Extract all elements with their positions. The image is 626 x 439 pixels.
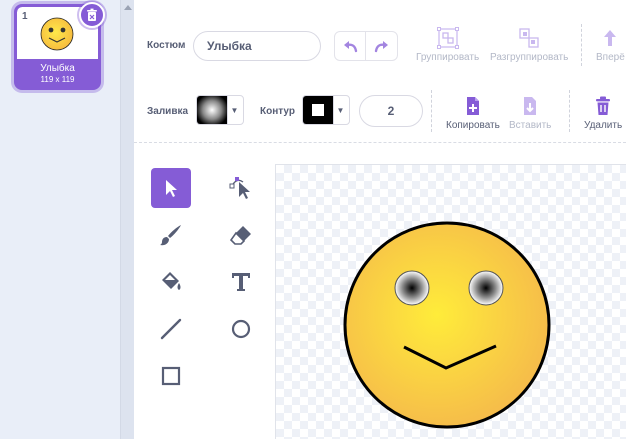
- arrow-cursor-icon: [166, 180, 177, 197]
- scroll-up-arrow-icon[interactable]: [124, 5, 132, 10]
- toolbar-divider: [431, 90, 432, 132]
- outline-color-picker[interactable]: ▼: [302, 95, 350, 125]
- outline-label: Контур: [260, 106, 295, 117]
- fill-color-swatch: [197, 96, 227, 124]
- trash-icon: [87, 8, 97, 21]
- costume-list-scrollbar[interactable]: [120, 0, 134, 439]
- outline-width-input[interactable]: 2: [359, 95, 423, 127]
- circle-icon: [231, 319, 251, 339]
- text-t-icon: [232, 273, 250, 291]
- delete-label: Удалить: [584, 120, 623, 131]
- redo-icon: [374, 41, 388, 53]
- forward-label: Вперё: [596, 52, 625, 63]
- undo-icon: [344, 41, 358, 53]
- brush-tool-button[interactable]: [151, 215, 191, 255]
- circle-tool-button[interactable]: [221, 309, 261, 349]
- text-tool-button[interactable]: [221, 262, 261, 302]
- group-button[interactable]: Группировать: [416, 27, 479, 63]
- costume-list: 1 Улыбка 119 x 119: [0, 0, 120, 439]
- reshape-tool-button[interactable]: [221, 168, 261, 208]
- fill-color-picker[interactable]: ▼: [196, 95, 244, 125]
- copy-icon: [466, 97, 479, 115]
- fill-label: Заливка: [147, 106, 189, 117]
- delete-costume-button[interactable]: [79, 2, 105, 28]
- toolbar-divider: [581, 24, 582, 66]
- smiley-face-drawing[interactable]: [276, 165, 626, 439]
- rectangle-icon: [161, 366, 181, 386]
- eraser-icon: [229, 226, 251, 245]
- fill-tool-button[interactable]: [151, 262, 191, 302]
- eraser-tool-button[interactable]: [221, 215, 261, 255]
- paint-editor: Костюм Улыбка Группировать Разгруппирова…: [134, 0, 626, 439]
- paste-label: Вставить: [509, 120, 552, 131]
- line-tool-button[interactable]: [151, 309, 191, 349]
- toolbar-bottom-divider: [134, 142, 626, 143]
- paint-bucket-icon: [162, 272, 181, 290]
- undo-redo-group: [334, 31, 398, 61]
- redo-button[interactable]: [366, 32, 397, 60]
- rectangle-tool-button[interactable]: [151, 356, 191, 396]
- group-label: Группировать: [416, 52, 480, 63]
- paste-icon: [524, 97, 537, 115]
- ungroup-button[interactable]: Разгруппировать: [490, 27, 568, 63]
- select-tool-button[interactable]: [151, 168, 191, 208]
- costume-name-label: Улыбка: [40, 63, 75, 74]
- costume-label: Костюм: [147, 40, 186, 51]
- costume-size-label: 119 x 119: [40, 75, 75, 84]
- brush-icon: [160, 225, 181, 246]
- paste-button[interactable]: Вставить: [509, 95, 551, 131]
- fill-dropdown-caret-icon: ▼: [227, 96, 241, 124]
- copy-button[interactable]: Копировать: [446, 95, 500, 131]
- costume-name-input[interactable]: Улыбка: [193, 31, 321, 61]
- line-icon: [160, 318, 182, 340]
- drawing-canvas[interactable]: [275, 164, 626, 439]
- ungroup-label: Разгруппировать: [490, 52, 569, 63]
- copy-label: Копировать: [446, 120, 500, 131]
- costume-info: Улыбка 119 x 119: [17, 59, 98, 87]
- undo-button[interactable]: [335, 32, 367, 60]
- forward-button[interactable]: Вперё: [596, 27, 625, 63]
- group-icon: [436, 27, 459, 49]
- outline-dropdown-caret-icon: ▼: [333, 96, 347, 124]
- forward-arrow-icon: [604, 30, 617, 46]
- reshape-cursor-icon: [229, 177, 250, 199]
- toolbar-divider: [569, 90, 570, 132]
- trash-icon: [596, 96, 611, 115]
- ungroup-icon: [519, 28, 539, 48]
- outline-color-swatch: [303, 96, 333, 124]
- delete-button[interactable]: Удалить: [584, 95, 622, 131]
